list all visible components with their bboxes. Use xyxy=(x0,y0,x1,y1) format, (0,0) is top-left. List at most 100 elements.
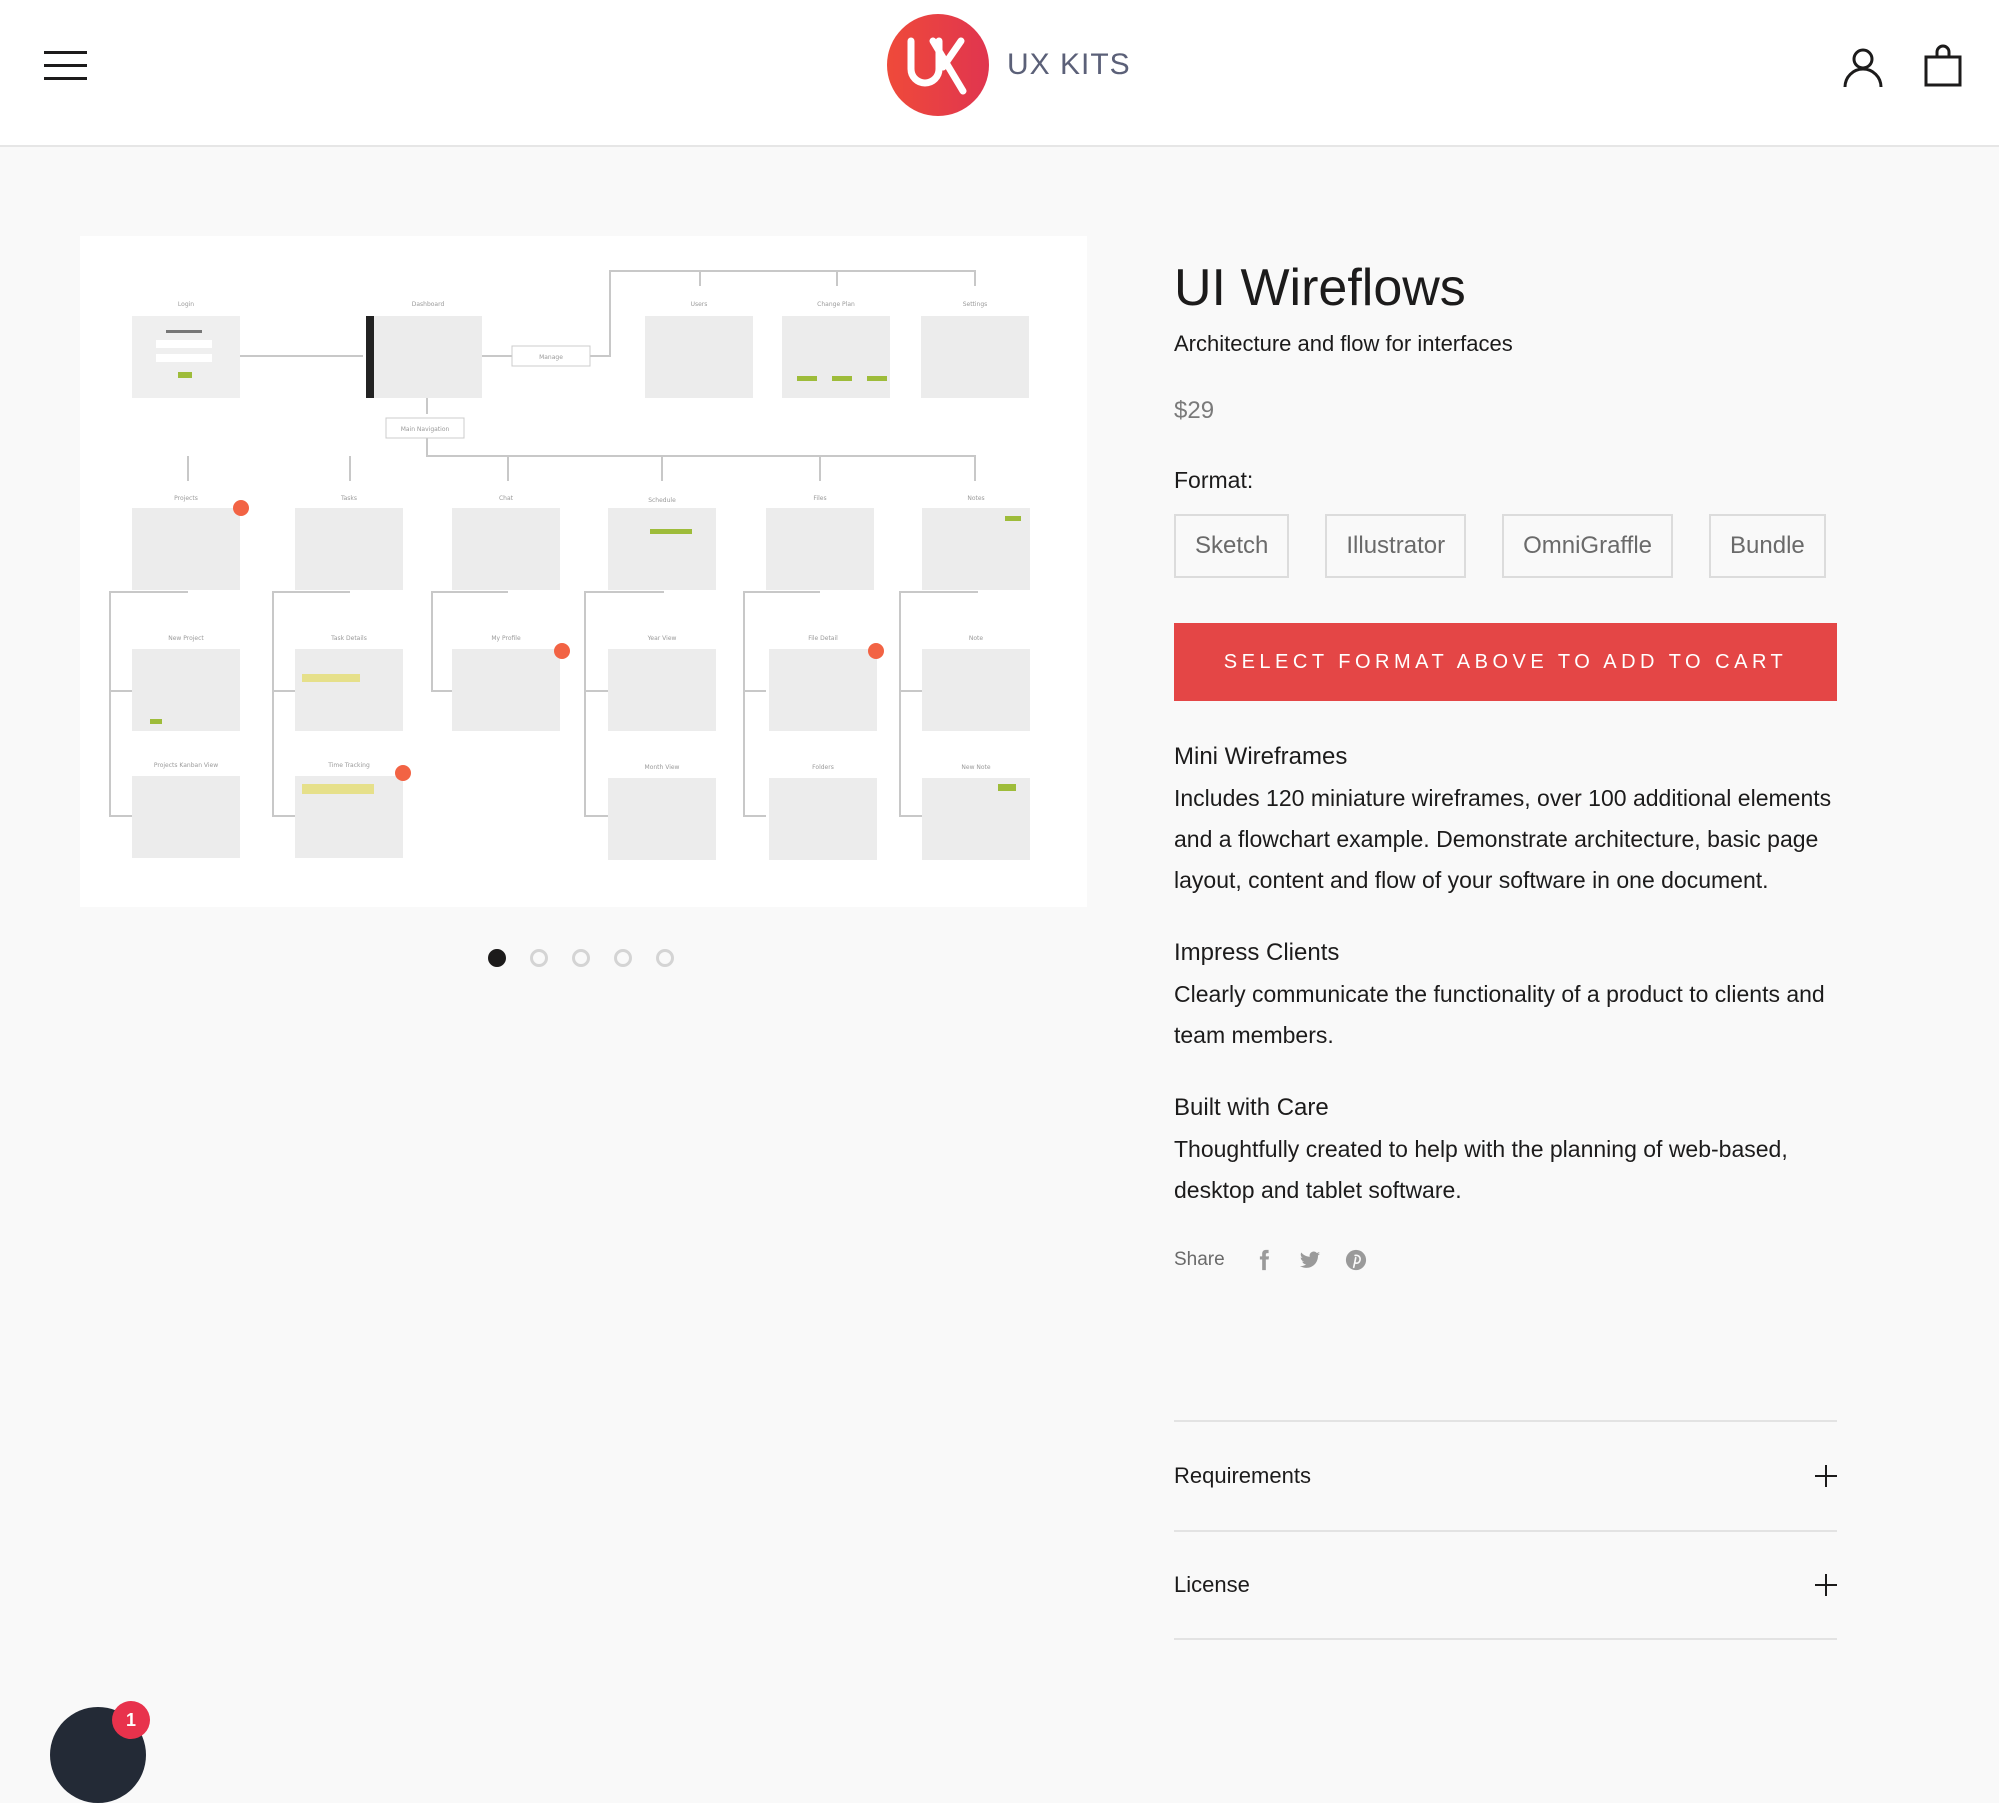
wf-badge-3 xyxy=(554,643,570,659)
accordion-license[interactable]: License xyxy=(1174,1530,1837,1640)
twitter-icon[interactable] xyxy=(1299,1249,1321,1271)
wf-label: Year View xyxy=(647,635,677,642)
wf-screen-new-project xyxy=(132,649,240,731)
description-section: Impress Clients Clearly communicate the … xyxy=(1174,939,1837,1056)
wf-label: Tasks xyxy=(340,495,357,502)
wf-label: File Detail xyxy=(808,635,838,642)
wf-label: Chat xyxy=(499,495,514,502)
wf-label: New Project xyxy=(168,635,204,642)
hamburger-line xyxy=(44,77,87,80)
wf-label: Dashboard xyxy=(412,301,445,308)
product-title: UI Wireflows xyxy=(1174,259,1466,317)
section-heading: Built with Care xyxy=(1174,1093,1329,1121)
wf-label: Projects xyxy=(174,495,198,502)
accordion-label: License xyxy=(1174,1572,1250,1597)
wf-screen-users xyxy=(645,316,753,398)
wf-screen-change-plan xyxy=(782,316,890,398)
pinterest-icon[interactable] xyxy=(1345,1249,1367,1271)
wf-screen-dashboard xyxy=(366,316,482,398)
section-heading: Impress Clients xyxy=(1174,938,1340,966)
site-logo[interactable]: UX KITS xyxy=(887,14,1131,116)
wf-screen-task-details xyxy=(295,649,403,731)
share-label: Share xyxy=(1174,1248,1225,1270)
site-header: UX KITS xyxy=(0,0,1999,147)
chat-widget[interactable]: 1 xyxy=(50,1701,160,1803)
wf-label: Projects Kanban View xyxy=(154,762,218,769)
wf-label: Manage xyxy=(539,354,563,361)
carousel-dots xyxy=(488,949,674,967)
plus-icon xyxy=(1815,1465,1837,1487)
logo-text: UX KITS xyxy=(1007,48,1131,81)
wf-label: Schedule xyxy=(648,497,676,504)
wf-label: Month View xyxy=(645,764,680,771)
carousel-dot[interactable] xyxy=(572,949,590,967)
chat-notification-badge: 1 xyxy=(112,1701,150,1739)
wf-badge-1 xyxy=(233,500,249,516)
wf-label: Main Navigation xyxy=(401,426,450,433)
format-omnigraffle-button[interactable]: OmniGraffle xyxy=(1502,514,1674,579)
wf-screen-kanban xyxy=(132,776,240,858)
wf-badge-4 xyxy=(868,643,884,659)
share-bar: Share xyxy=(1174,1249,1837,1271)
wf-label: Folders xyxy=(812,764,834,771)
accordion-label: Requirements xyxy=(1174,1463,1311,1488)
hamburger-line xyxy=(44,64,87,67)
format-bundle-button[interactable]: Bundle xyxy=(1709,514,1826,579)
wf-screen-projects xyxy=(132,508,240,590)
hamburger-line xyxy=(44,51,87,54)
wf-label: My Profile xyxy=(491,635,521,642)
shopping-bag-icon[interactable] xyxy=(1924,43,1962,87)
wf-screen-year-view xyxy=(608,649,716,731)
wf-screen-files xyxy=(766,508,874,590)
product-accordion: Requirements License xyxy=(1174,1420,1837,1640)
wireflow-diagram: Login Dashboard Manage Main Navigation U… xyxy=(109,270,1030,860)
product-description: Mini Wireframes Includes 120 miniature w… xyxy=(1174,743,1837,1210)
carousel-dot[interactable] xyxy=(530,949,548,967)
format-label: Format: xyxy=(1174,467,1254,494)
wf-screen-month-view xyxy=(608,778,716,860)
hamburger-menu-icon[interactable] xyxy=(44,51,87,80)
product-price: $29 xyxy=(1174,397,1215,425)
wf-label: Settings xyxy=(963,301,988,308)
section-heading: Mini Wireframes xyxy=(1174,743,1348,771)
format-sketch-button[interactable]: Sketch xyxy=(1174,514,1290,579)
wf-label: Notes xyxy=(967,495,984,502)
description-section: Mini Wireframes Includes 120 miniature w… xyxy=(1174,743,1837,901)
section-body: Thoughtfully created to help with the pl… xyxy=(1174,1135,1788,1203)
carousel-dot[interactable] xyxy=(656,949,674,967)
carousel-dot[interactable] xyxy=(614,949,632,967)
wf-screen-schedule xyxy=(608,508,716,590)
section-body: Includes 120 miniature wireframes, over … xyxy=(1174,784,1832,893)
wf-badge-2 xyxy=(395,765,411,781)
product-subtitle: Architecture and flow for interfaces xyxy=(1174,331,1513,357)
wf-screen-my-profile xyxy=(452,649,560,731)
wf-label: Users xyxy=(691,301,708,308)
wf-label: Time Tracking xyxy=(327,762,370,769)
section-body: Clearly communicate the functionality of… xyxy=(1174,980,1825,1048)
facebook-icon[interactable] xyxy=(1253,1249,1275,1271)
logo-mark xyxy=(887,14,989,116)
accordion-requirements[interactable]: Requirements xyxy=(1174,1420,1837,1530)
product-info: UI Wireflows Architecture and flow for i… xyxy=(1174,259,1837,1271)
wf-screen-note xyxy=(922,649,1030,731)
format-options: Sketch Illustrator OmniGraffle Bundle xyxy=(1174,514,1837,579)
wf-screen-tasks xyxy=(295,508,403,590)
wf-label: Task Details xyxy=(330,635,367,642)
wf-screen-file-detail xyxy=(769,649,877,731)
wf-label: Change Plan xyxy=(817,301,855,308)
wf-label: New Note xyxy=(961,764,991,771)
wf-screen-folders xyxy=(769,778,877,860)
description-section: Built with Care Thoughtfully created to … xyxy=(1174,1094,1837,1211)
wf-label: Files xyxy=(813,495,826,502)
wf-label: Login xyxy=(178,301,194,308)
ux-logo-icon xyxy=(907,37,967,95)
format-illustrator-button[interactable]: Illustrator xyxy=(1325,514,1467,579)
wf-label: Note xyxy=(969,635,984,642)
user-icon[interactable] xyxy=(1842,46,1884,88)
wf-screen-settings xyxy=(921,316,1029,398)
wf-screen-chat xyxy=(452,508,560,590)
add-to-cart-button[interactable]: Select format above to add to cart xyxy=(1174,623,1837,702)
product-image[interactable]: Login Dashboard Manage Main Navigation U… xyxy=(80,236,1087,907)
carousel-dot[interactable] xyxy=(488,949,506,967)
plus-icon xyxy=(1815,1574,1837,1596)
